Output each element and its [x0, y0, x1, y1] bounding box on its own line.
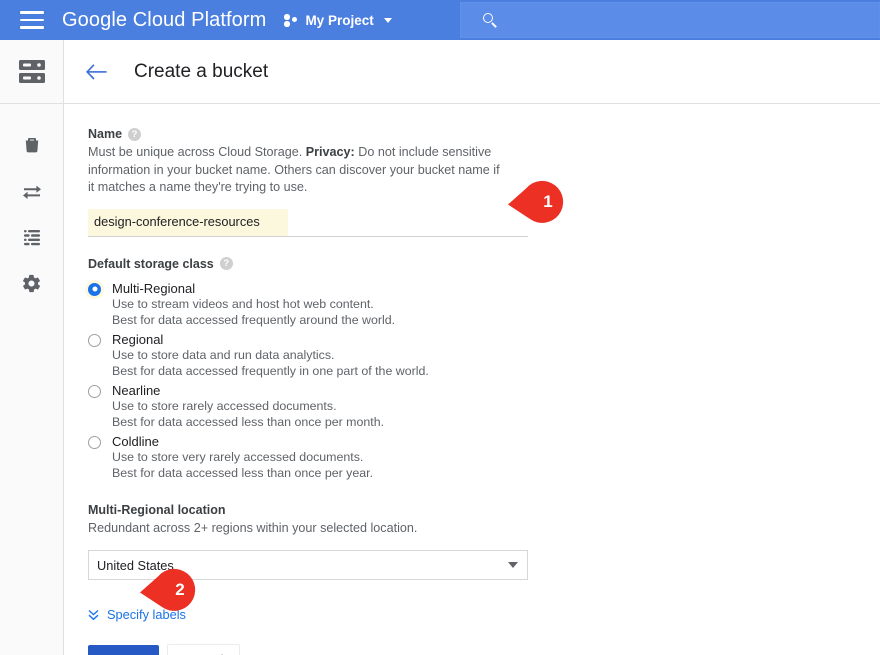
double-chevron-down-icon	[88, 609, 99, 621]
callout-pin-2: 2	[140, 567, 206, 613]
radio-sub-line-1: Use to store data and run data analytics…	[112, 347, 880, 363]
sidebar-items	[0, 104, 63, 306]
radio-option-regional[interactable]: Regional Use to store data and run data …	[88, 332, 880, 379]
transfer-arrows-icon	[21, 181, 43, 201]
radio-label: Regional	[112, 332, 163, 347]
help-icon[interactable]: ?	[220, 257, 233, 270]
name-label: Name	[88, 127, 122, 141]
back-arrow-icon[interactable]	[86, 63, 108, 81]
radio-option-nearline[interactable]: Nearline Use to store rarely accessed do…	[88, 383, 880, 430]
project-name-label: My Project	[305, 13, 373, 28]
name-desc-privacy: Privacy:	[306, 145, 355, 159]
page-title: Create a bucket	[134, 61, 268, 83]
top-header-bar: Google Cloud Platform My Project	[0, 0, 880, 40]
transfer-list-icon	[22, 227, 42, 247]
sidebar-item-transfer[interactable]	[0, 168, 63, 214]
sidebar-item-transfer-onprem[interactable]	[0, 214, 63, 260]
location-section: Multi-Regional location Redundant across…	[88, 503, 880, 581]
location-description: Redundant across 2+ regions within your …	[88, 520, 508, 538]
radio-sub-line-2: Best for data accessed frequently in one…	[112, 363, 880, 379]
storage-class-label: Default storage class	[88, 257, 214, 271]
radio-label: Nearline	[112, 383, 160, 398]
name-desc-part1: Must be unique across Cloud Storage.	[88, 145, 306, 159]
chevron-down-icon	[384, 18, 392, 23]
cancel-button[interactable]: Cancel	[167, 644, 240, 655]
name-input[interactable]: design-conference-resources	[88, 209, 528, 237]
hamburger-menu-icon[interactable]	[20, 11, 44, 29]
radio-label: Coldline	[112, 434, 159, 449]
radio-button[interactable]	[88, 283, 101, 296]
page-title-bar: Create a bucket	[64, 40, 880, 104]
project-dots-icon	[284, 13, 299, 27]
sidebar-item-browser[interactable]	[0, 122, 63, 168]
name-input-value: design-conference-resources	[94, 214, 260, 229]
brand-title: Google Cloud Platform	[62, 9, 266, 32]
storage-class-section-label: Default storage class ?	[88, 257, 880, 271]
bucket-icon	[22, 135, 42, 155]
radio-sub-line-1: Use to store rarely accessed documents.	[112, 398, 880, 414]
gear-icon	[21, 273, 42, 294]
sidebar-item-settings[interactable]	[0, 260, 63, 306]
location-label: Multi-Regional location	[88, 503, 880, 517]
radio-button[interactable]	[88, 334, 101, 347]
callout-pin-1: 1	[508, 179, 574, 225]
storage-class-radio-group: Multi-Regional Use to stream videos and …	[88, 281, 880, 481]
sidebar-item-storage[interactable]	[0, 40, 63, 104]
help-icon[interactable]: ?	[128, 128, 141, 141]
radio-option-coldline[interactable]: Coldline Use to store very rarely access…	[88, 434, 880, 481]
name-description: Must be unique across Cloud Storage. Pri…	[88, 144, 508, 197]
create-button[interactable]: Create	[88, 645, 159, 655]
form-action-buttons: Create Cancel	[88, 644, 880, 655]
radio-label: Multi-Regional	[112, 281, 195, 296]
project-selector[interactable]: My Project	[284, 13, 391, 28]
chevron-down-icon	[508, 562, 518, 568]
radio-sub-line-2: Best for data accessed less than once pe…	[112, 414, 880, 430]
name-section-label: Name ?	[88, 127, 880, 141]
radio-sub-line-2: Best for data accessed less than once pe…	[112, 465, 880, 481]
storage-browser-icon	[17, 58, 47, 86]
app-root: Google Cloud Platform My Project	[0, 0, 880, 655]
radio-button[interactable]	[88, 385, 101, 398]
radio-sub-line-1: Use to stream videos and host hot web co…	[112, 296, 880, 312]
sidebar-rail	[0, 40, 64, 655]
radio-option-multi-regional[interactable]: Multi-Regional Use to stream videos and …	[88, 281, 880, 328]
radio-sub-line-1: Use to store very rarely accessed docume…	[112, 449, 880, 465]
search-input[interactable]	[460, 2, 880, 38]
search-icon	[483, 13, 498, 28]
radio-button[interactable]	[88, 436, 101, 449]
radio-sub-line-2: Best for data accessed frequently around…	[112, 312, 880, 328]
